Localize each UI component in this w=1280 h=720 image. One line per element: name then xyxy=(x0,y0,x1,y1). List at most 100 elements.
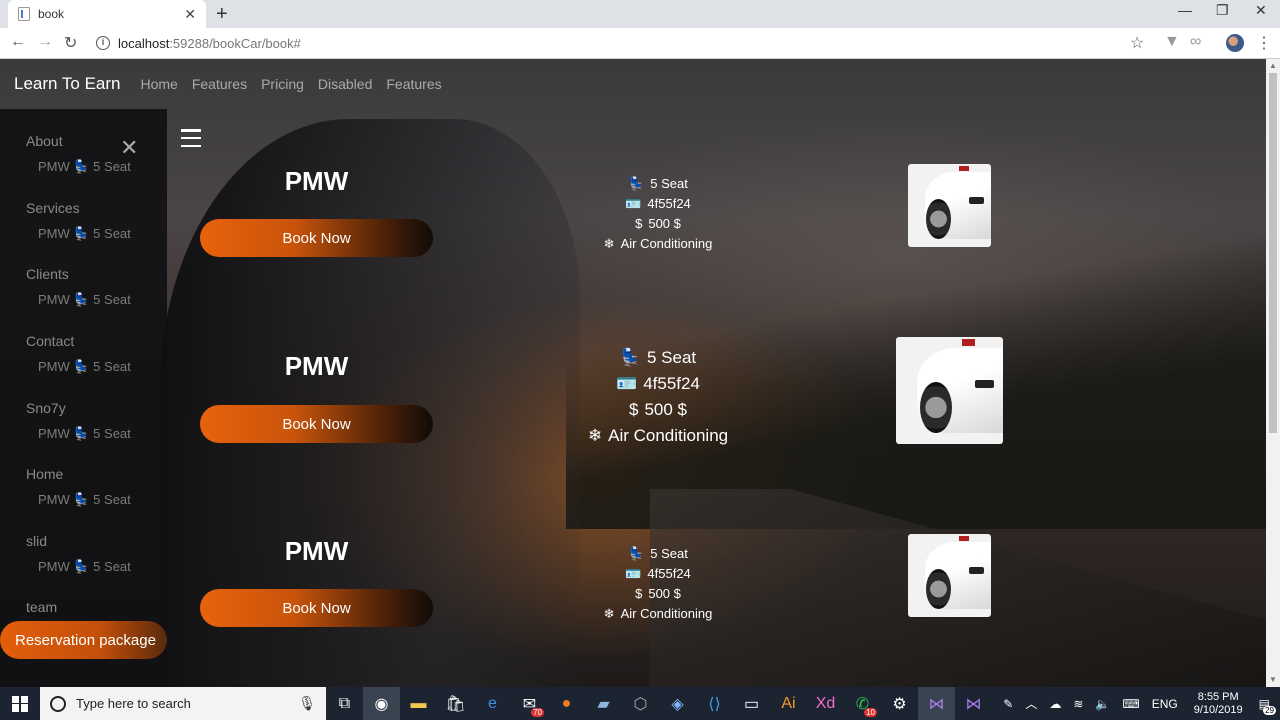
firefox-icon[interactable]: ● xyxy=(548,687,585,720)
spec-id: 🪪 4f55f24 xyxy=(583,194,733,214)
microphone-icon[interactable]: 🎙 xyxy=(298,695,316,712)
language-indicator[interactable]: ENG xyxy=(1152,697,1178,711)
site-info-icon[interactable]: i xyxy=(96,36,110,50)
brand-logo[interactable]: Learn To Earn xyxy=(14,74,120,94)
taskbar-search[interactable]: Type here to search 🎙 xyxy=(40,687,326,720)
side-menu: ✕ About PMW 💺 5 Seat Services PMW 💺 5 Se… xyxy=(0,109,167,687)
spec-price: $500 $ xyxy=(583,214,733,234)
3d-box-icon[interactable]: ◈ xyxy=(659,687,696,720)
hamburger-menu-icon[interactable] xyxy=(181,129,201,147)
terminal-icon[interactable]: ▭ xyxy=(733,687,770,720)
sidebar-subitem[interactable]: PMW 💺 5 Seat xyxy=(38,426,131,442)
tab-close-icon[interactable]: ✕ xyxy=(184,6,196,23)
pen-icon[interactable]: ✎ xyxy=(1003,697,1013,711)
chrome-icon[interactable]: ◉ xyxy=(363,687,400,720)
car-image xyxy=(908,534,991,617)
spec-feature-value: Air Conditioning xyxy=(620,236,713,251)
back-icon[interactable]: ← xyxy=(10,33,26,51)
car-name: PMW xyxy=(284,536,349,566)
visual-studio-2-icon[interactable]: ⋈ xyxy=(955,687,992,720)
book-now-button[interactable]: Book Now xyxy=(200,219,433,257)
sidebar-subitem[interactable]: PMW 💺 5 Seat xyxy=(38,226,131,242)
file-explorer-icon[interactable]: ▬ xyxy=(400,687,437,720)
extension-infinity-icon[interactable]: ∞ xyxy=(1190,33,1201,51)
url-text: localhost:59288/bookCar/book# xyxy=(118,36,301,51)
sidebar-item-home[interactable]: Home PMW 💺 5 Seat xyxy=(26,466,131,508)
bookmark-star-icon[interactable]: ☆ xyxy=(1130,33,1144,53)
wifi-icon[interactable]: ≋ xyxy=(1073,697,1083,711)
sidebar-item-clients[interactable]: Clients PMW 💺 5 Seat xyxy=(26,266,131,308)
store-icon[interactable]: 🛍 xyxy=(437,687,474,720)
sidebar-subitem[interactable]: PMW 💺 5 Seat xyxy=(38,159,131,175)
spec-price-value: 500 $ xyxy=(644,400,687,419)
seat-icon: 💺 xyxy=(628,176,645,191)
browser-toolbar: ← → ↻ i localhost:59288/bookCar/book# ☆ … xyxy=(0,28,1280,59)
sidebar-subitem[interactable]: PMW 💺 5 Seat xyxy=(38,492,131,508)
nav-link-home[interactable]: Home xyxy=(140,76,177,92)
clock-date: 9/10/2019 xyxy=(1193,703,1243,716)
notepad-icon[interactable]: ▰ xyxy=(585,687,622,720)
mail-icon[interactable]: ✉ 70 xyxy=(511,687,548,720)
sidebar-subitem[interactable]: PMW 💺 5 Seat xyxy=(38,559,131,575)
reload-icon[interactable]: ↻ xyxy=(64,33,77,53)
onedrive-icon[interactable]: ☁ xyxy=(1049,697,1061,711)
nav-link-pricing[interactable]: Pricing xyxy=(261,76,304,92)
sidebar-item-contact[interactable]: Contact PMW 💺 5 Seat xyxy=(26,333,131,375)
book-now-button[interactable]: Book Now xyxy=(200,589,433,627)
edge-icon[interactable]: e xyxy=(474,687,511,720)
task-view-icon[interactable]: ⧉ xyxy=(326,687,363,720)
keyboard-icon[interactable]: ⌨ xyxy=(1122,697,1139,711)
close-window-button[interactable]: ✕ xyxy=(1255,2,1267,19)
visual-studio-icon[interactable]: ⋈ xyxy=(918,687,955,720)
scrollbar-thumb[interactable] xyxy=(1269,73,1277,433)
profile-avatar[interactable] xyxy=(1226,34,1244,52)
address-bar[interactable]: i localhost:59288/bookCar/book# xyxy=(90,31,1160,55)
car-specs: 💺 5 Seat 🪪 4f55f24 $500 $ ❄ Air Conditionin… xyxy=(568,345,748,449)
page-viewport: Learn To Earn Home Features Pricing Disa… xyxy=(0,59,1266,687)
adobe-xd-icon[interactable]: Xd xyxy=(807,687,844,720)
sidebar-item-team[interactable]: team xyxy=(26,599,57,615)
spec-price-value: 500 $ xyxy=(648,216,681,231)
reservation-package-button[interactable]: Reservation package xyxy=(0,621,167,659)
start-button[interactable] xyxy=(0,687,40,720)
maximize-button[interactable]: ❐ xyxy=(1216,2,1229,19)
settings-gear-icon[interactable]: ⚙ xyxy=(881,687,918,720)
notification-badge: 29 xyxy=(1263,705,1276,715)
show-hidden-icons-icon[interactable]: ︿ xyxy=(1025,695,1037,712)
vscode-icon[interactable]: ⟨⟩ xyxy=(696,687,733,720)
sidebar-item-sno7y[interactable]: Sno7y PMW 💺 5 Seat xyxy=(26,400,131,442)
nav-link-features[interactable]: Features xyxy=(192,76,247,92)
package-icon[interactable]: ⬡ xyxy=(622,687,659,720)
fan-icon: ❄ xyxy=(603,236,615,251)
nav-link-features-2[interactable]: Features xyxy=(386,76,441,92)
spec-price: $500 $ xyxy=(583,584,733,604)
page-scrollbar[interactable]: ▲ ▼ xyxy=(1266,59,1280,687)
scroll-down-icon[interactable]: ▼ xyxy=(1269,675,1277,684)
clock[interactable]: 8:55 PM 9/10/2019 xyxy=(1194,691,1243,717)
sidebar-item-services[interactable]: Services PMW 💺 5 Seat xyxy=(26,200,131,242)
sidebar-item-label: Sno7y xyxy=(26,400,66,416)
sidebar-item-about[interactable]: About PMW 💺 5 Seat xyxy=(26,133,131,175)
volume-icon[interactable]: 🔈 xyxy=(1095,697,1110,711)
minimize-button[interactable]: — xyxy=(1178,2,1192,18)
clock-time: 8:55 PM xyxy=(1197,690,1239,703)
sidebar-item-slid[interactable]: slid PMW 💺 5 Seat xyxy=(26,533,131,575)
sidebar-subitem[interactable]: PMW 💺 5 Seat xyxy=(38,359,131,375)
notifications-icon[interactable]: ▤ 29 xyxy=(1259,697,1276,715)
car-name: PMW xyxy=(284,351,349,381)
sidebar-subitem[interactable]: PMW 💺 5 Seat xyxy=(38,292,131,308)
car-image xyxy=(908,164,991,247)
browser-tab[interactable]: book ✕ xyxy=(8,0,206,28)
forward-icon[interactable]: → xyxy=(37,33,53,51)
new-tab-button[interactable]: + xyxy=(216,3,228,26)
scroll-up-icon[interactable]: ▲ xyxy=(1269,61,1277,70)
page-favicon-icon xyxy=(18,7,30,21)
sidebar-item-label: slid xyxy=(26,533,48,549)
menu-kebab-icon[interactable]: ⋮ xyxy=(1256,33,1272,53)
id-card-icon: 🪪 xyxy=(616,374,638,393)
book-now-button[interactable]: Book Now xyxy=(200,405,433,443)
extension-vue-icon[interactable]: ▼ xyxy=(1164,33,1180,51)
illustrator-icon[interactable]: Ai xyxy=(770,687,807,720)
spec-seats: 💺 5 Seat xyxy=(583,544,733,564)
whatsapp-icon[interactable]: ✆ 10 xyxy=(844,687,881,720)
